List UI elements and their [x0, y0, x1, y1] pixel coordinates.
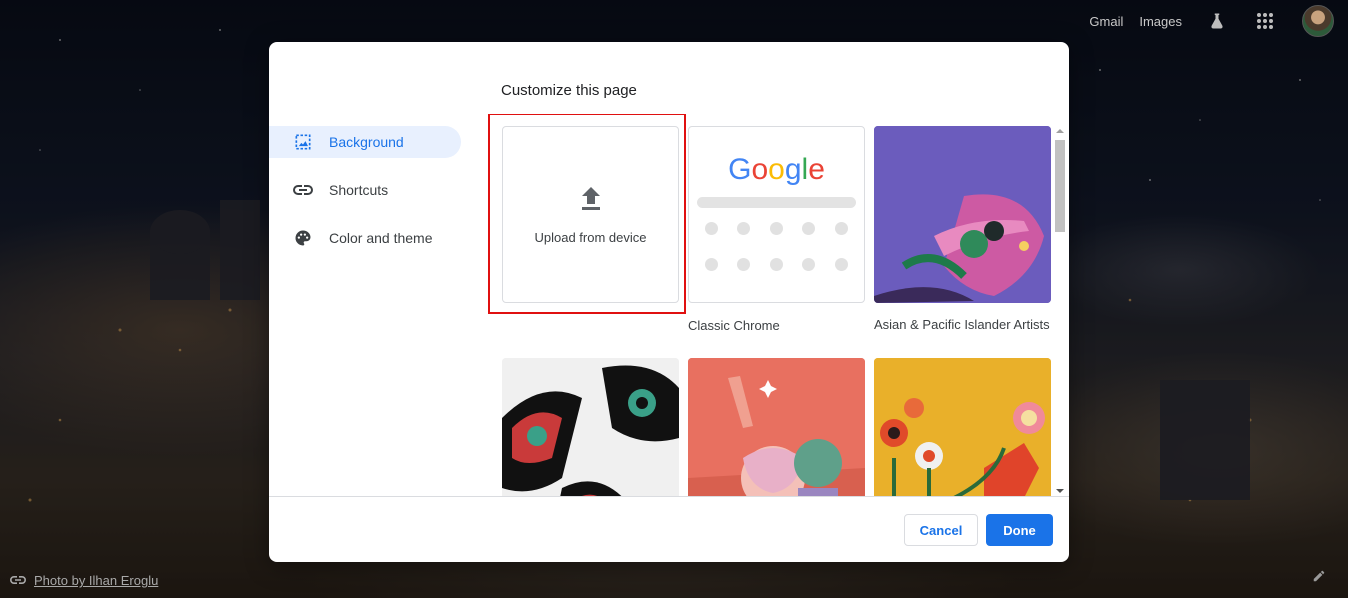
image-icon — [293, 132, 313, 152]
edit-pencil-icon[interactable] — [1312, 569, 1326, 588]
sidebar-item-label: Background — [329, 134, 404, 150]
upload-tile[interactable]: Upload from device — [502, 126, 679, 303]
flask-icon[interactable] — [1206, 10, 1228, 32]
scroll-down-icon[interactable] — [1053, 486, 1067, 496]
sidebar-item-background[interactable]: Background — [269, 126, 461, 158]
illustration-artwork — [688, 358, 865, 496]
haida-artwork — [502, 358, 679, 496]
flowers-tile[interactable] — [874, 358, 1051, 496]
search-bar-preview — [697, 197, 856, 208]
upload-icon — [579, 185, 603, 216]
sidebar-item-color-theme[interactable]: Color and theme — [269, 222, 461, 254]
palette-icon — [293, 228, 313, 248]
apps-grid-icon[interactable] — [1254, 10, 1276, 32]
illustration-tile[interactable] — [688, 358, 865, 496]
images-link[interactable]: Images — [1139, 14, 1182, 29]
aapi-artwork — [874, 126, 1051, 303]
google-logo: Google — [728, 153, 825, 186]
cancel-button[interactable]: Cancel — [904, 514, 978, 546]
top-bar: Gmail Images — [1089, 0, 1348, 42]
aapi-artists-label: Asian & Pacific Islander Artists — [874, 317, 1050, 332]
gmail-link[interactable]: Gmail — [1089, 14, 1123, 29]
sidebar-item-label: Shortcuts — [329, 182, 389, 198]
gallery-scrollbar[interactable] — [1053, 126, 1067, 496]
sidebar-item-label: Color and theme — [329, 230, 433, 246]
avatar[interactable] — [1302, 5, 1334, 37]
footer-divider — [269, 496, 1069, 497]
link-icon — [293, 180, 313, 200]
attribution-text[interactable]: Photo by Ilhan Eroglu — [34, 573, 158, 588]
done-button[interactable]: Done — [986, 514, 1053, 546]
background-gallery: Upload from device Google Classic Chrome — [488, 114, 1058, 496]
flowers-artwork — [874, 358, 1051, 496]
haida-art-tile[interactable] — [502, 358, 679, 496]
aapi-artists-tile[interactable] — [874, 126, 1051, 303]
scroll-thumb[interactable] — [1055, 140, 1065, 232]
upload-label: Upload from device — [534, 229, 647, 245]
customize-dialog: Customize this page Background Shortcuts… — [269, 42, 1069, 562]
dialog-title: Customize this page — [501, 82, 637, 99]
sidebar-item-shortcuts[interactable]: Shortcuts — [269, 174, 461, 206]
photo-attribution[interactable]: Photo by Ilhan Eroglu — [10, 573, 158, 588]
classic-chrome-tile[interactable]: Google — [688, 126, 865, 303]
scroll-up-icon[interactable] — [1053, 126, 1067, 136]
classic-chrome-label: Classic Chrome — [688, 318, 780, 333]
link-icon — [10, 573, 26, 588]
dialog-sidebar: Background Shortcuts Color and theme — [269, 126, 469, 270]
